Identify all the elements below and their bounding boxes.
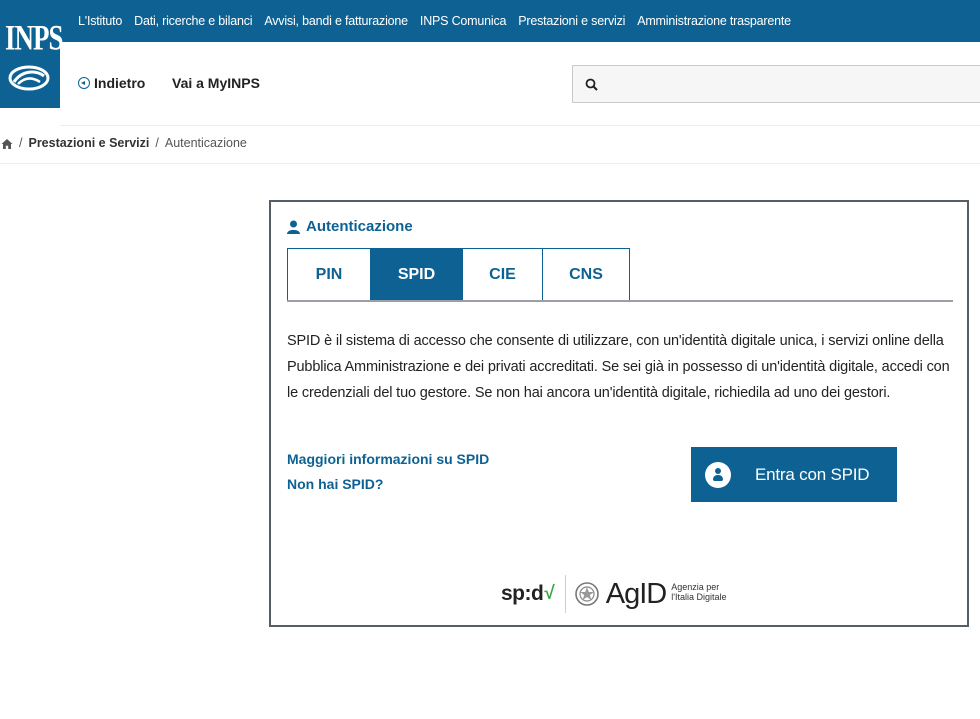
inps-logo[interactable]: INPS <box>0 0 64 108</box>
search-input[interactable] <box>572 65 980 103</box>
panel-title: Autenticazione <box>287 218 413 235</box>
logo-text: INPS <box>5 17 64 58</box>
partner-logos: sp:d √ AgID Agenzia per l'Italia Digital… <box>501 574 727 614</box>
breadcrumb-separator: / <box>19 136 23 150</box>
authentication-panel: Autenticazione PIN SPID CIE CNS SPID è i… <box>269 200 969 627</box>
top-nav: L'Istituto Dati, ricerche e bilanci Avvi… <box>78 0 791 42</box>
back-label: Indietro <box>94 75 146 91</box>
no-spid-link[interactable]: Non hai SPID? <box>287 476 383 492</box>
spid-description: SPID è il sistema di accesso che consent… <box>287 333 950 401</box>
top-navigation-bar: L'Istituto Dati, ricerche e bilanci Avvi… <box>0 0 980 42</box>
agid-subtitle-line1: Agenzia per <box>671 582 720 592</box>
nav-item-inps-comunica[interactable]: INPS Comunica <box>420 14 507 28</box>
agid-subtitle: Agenzia per l'Italia Digitale <box>671 582 726 602</box>
login-spid-button[interactable]: Entra con SPID <box>691 447 897 502</box>
search-icon <box>585 78 598 91</box>
back-link[interactable]: Indietro <box>78 75 145 91</box>
back-arrow-icon <box>78 77 90 89</box>
spid-user-icon <box>705 461 731 488</box>
tab-cns[interactable]: CNS <box>542 248 630 300</box>
nav-item-amministrazione-trasparente[interactable]: Amministrazione trasparente <box>637 14 791 28</box>
agid-logo: AgID <box>605 577 667 610</box>
more-info-spid-link[interactable]: Maggiori informazioni su SPID <box>287 451 489 467</box>
breadcrumb-autenticazione: Autenticazione <box>164 136 247 150</box>
nav-item-avvisi-bandi[interactable]: Avvisi, bandi e fatturazione <box>264 14 408 28</box>
breadcrumb-prestazioni-servizi[interactable]: Prestazioni e Servizi <box>28 136 149 150</box>
login-spid-label: Entra con SPID <box>755 464 870 484</box>
tab-pin[interactable]: PIN <box>287 248 371 300</box>
home-icon[interactable] <box>1 138 13 150</box>
italian-republic-emblem-icon <box>574 582 599 606</box>
user-icon <box>287 220 300 234</box>
nav-item-prestazioni-servizi[interactable]: Prestazioni e servizi <box>518 14 625 28</box>
nav-item-istituto[interactable]: L'Istituto <box>78 14 122 28</box>
logo-divider <box>564 575 566 613</box>
panel-title-label: Autenticazione <box>306 218 413 235</box>
tab-spid[interactable]: SPID <box>370 248 463 300</box>
spid-check-icon: √ <box>544 583 555 604</box>
breadcrumb: / Prestazioni e Servizi / Autenticazione <box>0 136 980 164</box>
tab-cie[interactable]: CIE <box>462 248 543 300</box>
spid-logo: sp:d <box>501 582 544 605</box>
nav-item-dati-ricerche[interactable]: Dati, ricerche e bilanci <box>134 14 252 28</box>
breadcrumb-separator: / <box>155 136 159 150</box>
secondary-header: Indietro Vai a MyINPS <box>60 42 980 126</box>
auth-method-tabs: PIN SPID CIE CNS <box>287 248 953 302</box>
myinps-link[interactable]: Vai a MyINPS <box>172 75 260 91</box>
agid-subtitle-line2: l'Italia Digitale <box>671 592 727 602</box>
logo-emblem-icon <box>8 65 50 91</box>
